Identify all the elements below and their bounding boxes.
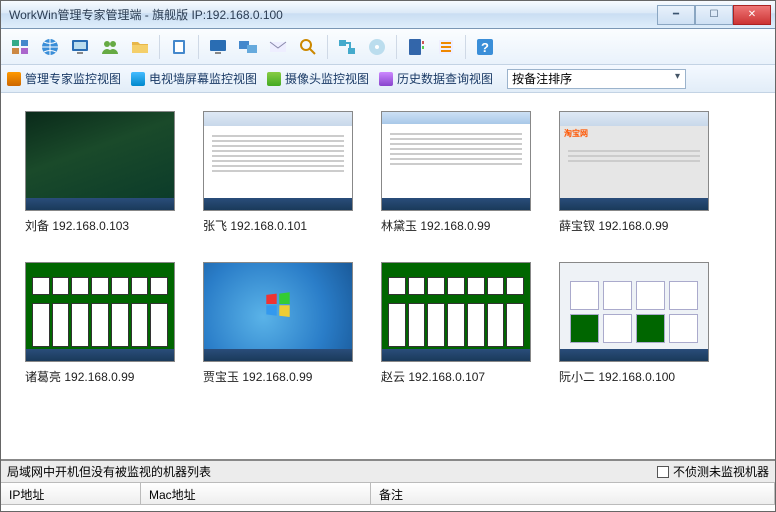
- screen-thumbnail[interactable]: 阮小二 192.168.0.100: [559, 262, 709, 385]
- thumbnail-user: 薛宝钗: [559, 219, 595, 233]
- screens-grid: 刘备 192.168.0.103 张飞 192.168.0.101 林黛玉 192.…: [25, 111, 751, 385]
- main-toolbar: ?: [1, 29, 775, 65]
- thumbnail-ip: 192.168.0.99: [598, 219, 668, 233]
- toolbar-separator: [198, 35, 199, 59]
- thumbnail-ip: 192.168.0.99: [420, 219, 490, 233]
- thumbnail-image: [25, 111, 175, 211]
- col-mac[interactable]: Mac地址: [141, 483, 371, 504]
- window-titlebar: WorkWin管理专家管理端 - 旗舰版 IP:192.168.0.100 ━ …: [1, 1, 775, 29]
- toolbar-separator: [159, 35, 160, 59]
- tab-tvwall-monitor[interactable]: 电视墙屏幕监控视图: [131, 70, 257, 87]
- thumbnail-caption: 贾宝玉 192.168.0.99: [203, 368, 353, 385]
- thumbnail-image: 淘宝网: [559, 111, 709, 211]
- close-button[interactable]: ✕: [733, 5, 771, 25]
- tab-camera-monitor[interactable]: 摄像头监控视图: [267, 70, 369, 87]
- thumbnail-ip: 192.168.0.99: [64, 370, 134, 384]
- thumbnail-user: 林黛玉: [381, 219, 417, 233]
- screen-thumbnail[interactable]: 淘宝网薛宝钗 192.168.0.99: [559, 111, 709, 234]
- unmonitored-header: 局域网中开机但没有被监视的机器列表 不侦测未监视机器: [1, 461, 775, 483]
- unmonitored-panel: 局域网中开机但没有被监视的机器列表 不侦测未监视机器 IP地址 Mac地址 备注: [1, 459, 775, 505]
- screen-thumbnail[interactable]: 诸葛亮 192.168.0.99: [25, 262, 175, 385]
- maximize-button[interactable]: ☐: [695, 5, 733, 25]
- tab-history-query[interactable]: 历史数据查询视图: [379, 70, 493, 87]
- tab-icon: [379, 72, 393, 86]
- users-icon[interactable]: [97, 34, 123, 60]
- tab-icon: [131, 72, 145, 86]
- view-tabs: 管理专家监控视图 电视墙屏幕监控视图 摄像头监控视图 历史数据查询视图: [1, 65, 775, 93]
- tab-expert-monitor[interactable]: 管理专家监控视图: [7, 70, 121, 87]
- home-icon[interactable]: [7, 34, 33, 60]
- thumbnail-user: 赵云: [381, 370, 405, 384]
- thumbnail-ip: 192.168.0.101: [230, 219, 307, 233]
- tab-icon: [7, 72, 21, 86]
- display-icon[interactable]: [205, 34, 231, 60]
- tab-label: 历史数据查询视图: [397, 70, 493, 87]
- toolbar-separator: [327, 35, 328, 59]
- thumbnail-user: 诸葛亮: [25, 370, 61, 384]
- tab-icon: [267, 72, 281, 86]
- screen-thumbnail[interactable]: 张飞 192.168.0.101: [203, 111, 353, 234]
- thumbnail-caption: 阮小二 192.168.0.100: [559, 368, 709, 385]
- mail-icon[interactable]: [265, 34, 291, 60]
- minimize-button[interactable]: ━: [657, 5, 695, 25]
- screens-icon[interactable]: [235, 34, 261, 60]
- thumbnail-caption: 刘备 192.168.0.103: [25, 217, 175, 234]
- thumbnail-image: [381, 111, 531, 211]
- col-remark[interactable]: 备注: [371, 483, 775, 504]
- thumbnail-ip: 192.168.0.100: [598, 370, 675, 384]
- tab-label: 电视墙屏幕监控视图: [149, 70, 257, 87]
- screen-thumbnail[interactable]: 贾宝玉 192.168.0.99: [203, 262, 353, 385]
- thumbnail-caption: 张飞 192.168.0.101: [203, 217, 353, 234]
- screen-thumbnail[interactable]: 林黛玉 192.168.0.99: [381, 111, 531, 234]
- thumbnail-image: [203, 111, 353, 211]
- thumbnail-caption: 薛宝钗 192.168.0.99: [559, 217, 709, 234]
- globe-icon[interactable]: [37, 34, 63, 60]
- thumbnail-ip: 192.168.0.107: [408, 370, 485, 384]
- thumbnail-image: [381, 262, 531, 362]
- disc-icon[interactable]: [364, 34, 390, 60]
- list-icon[interactable]: [433, 34, 459, 60]
- thumbnail-user: 阮小二: [559, 370, 595, 384]
- svg-text:?: ?: [481, 40, 489, 55]
- help-icon[interactable]: ?: [472, 34, 498, 60]
- thumbnail-image: [25, 262, 175, 362]
- checkbox-box: [657, 466, 669, 478]
- col-ip[interactable]: IP地址: [1, 483, 141, 504]
- folder-icon[interactable]: [127, 34, 153, 60]
- unmonitored-title: 局域网中开机但没有被监视的机器列表: [7, 463, 657, 480]
- sort-dropdown-wrap: [503, 69, 686, 89]
- toolbar-separator: [465, 35, 466, 59]
- screen-thumbnail[interactable]: 刘备 192.168.0.103: [25, 111, 175, 234]
- no-detect-checkbox[interactable]: 不侦测未监视机器: [657, 463, 769, 480]
- screen-thumbnail[interactable]: 赵云 192.168.0.107: [381, 262, 531, 385]
- unmonitored-columns: IP地址 Mac地址 备注: [1, 483, 775, 505]
- thumbnail-caption: 赵云 192.168.0.107: [381, 368, 531, 385]
- magnify-icon[interactable]: [295, 34, 321, 60]
- thumbnail-image: [203, 262, 353, 362]
- thumbnail-caption: 林黛玉 192.168.0.99: [381, 217, 531, 234]
- tab-label: 摄像头监控视图: [285, 70, 369, 87]
- address-book-icon[interactable]: [403, 34, 429, 60]
- thumbnail-caption: 诸葛亮 192.168.0.99: [25, 368, 175, 385]
- screens-grid-area: 刘备 192.168.0.103 张飞 192.168.0.101 林黛玉 192.…: [1, 93, 775, 459]
- tab-label: 管理专家监控视图: [25, 70, 121, 87]
- thumbnail-user: 刘备: [25, 219, 49, 233]
- window-controls: ━ ☐ ✕: [657, 5, 771, 25]
- sort-dropdown[interactable]: [507, 69, 686, 89]
- thumbnail-ip: 192.168.0.99: [242, 370, 312, 384]
- clipboard-icon[interactable]: [166, 34, 192, 60]
- thumbnail-user: 张飞: [203, 219, 227, 233]
- window-title: WorkWin管理专家管理端 - 旗舰版 IP:192.168.0.100: [9, 6, 657, 23]
- thumbnail-image: [559, 262, 709, 362]
- monitor-icon[interactable]: [67, 34, 93, 60]
- thumbnail-user: 贾宝玉: [203, 370, 239, 384]
- toolbar-separator: [396, 35, 397, 59]
- thumbnail-ip: 192.168.0.103: [52, 219, 129, 233]
- network-icon[interactable]: [334, 34, 360, 60]
- checkbox-label: 不侦测未监视机器: [673, 463, 769, 480]
